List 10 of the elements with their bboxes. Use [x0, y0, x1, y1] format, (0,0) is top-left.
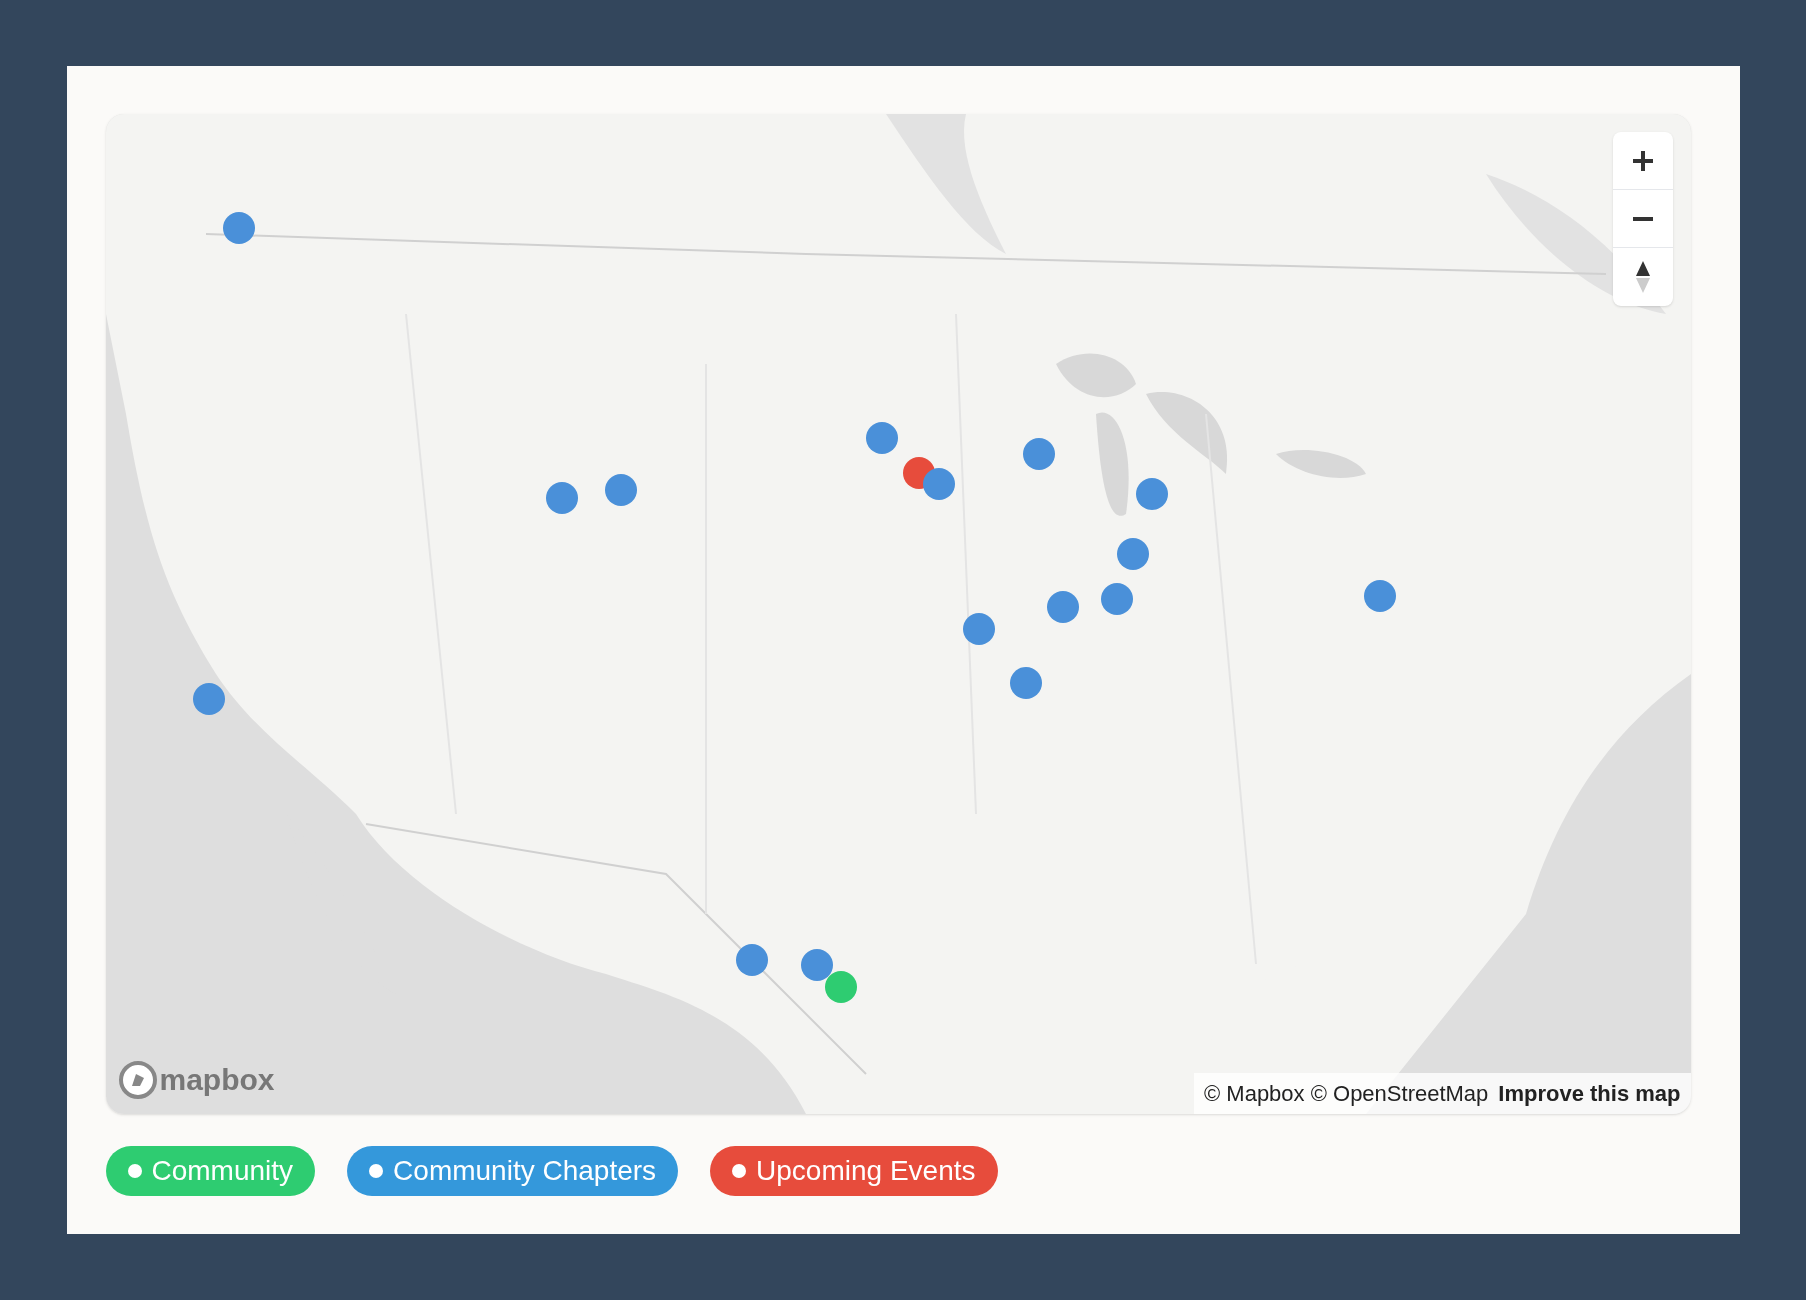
attribution-text: © Mapbox © OpenStreetMap	[1204, 1080, 1489, 1108]
map[interactable]: mapbox © Mapbox © OpenStreetMap Improve this map	[105, 114, 1691, 1114]
compass-icon	[1634, 259, 1651, 295]
plus-icon	[1630, 148, 1655, 173]
logo-text: mapbox	[159, 1062, 275, 1098]
legend-button[interactable]: Community Chapters	[347, 1146, 679, 1196]
legend-button[interactable]: Community	[105, 1146, 316, 1196]
minus-icon	[1630, 215, 1655, 222]
legend-button[interactable]: Upcoming Events	[710, 1146, 998, 1196]
improve-map-link[interactable]: Improve this map	[1498, 1077, 1681, 1110]
